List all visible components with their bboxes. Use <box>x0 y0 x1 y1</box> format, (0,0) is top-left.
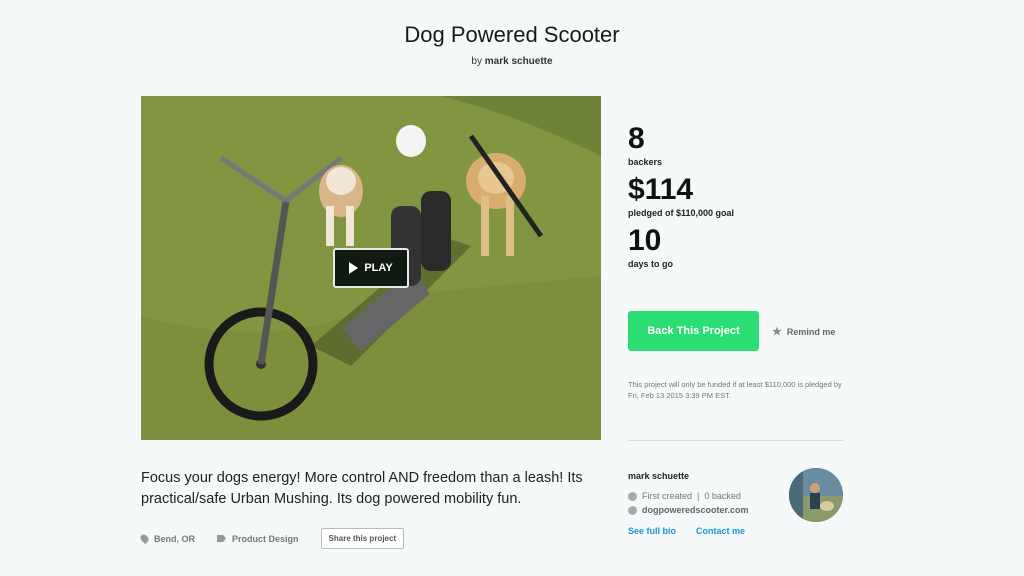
see-full-bio-link[interactable]: See full bio <box>628 526 676 536</box>
category-link[interactable]: Product Design <box>217 534 299 544</box>
pledged-stat: $114 pledged of $110,000 goal <box>628 173 735 219</box>
funding-note: This project will only be funded if at l… <box>628 380 842 400</box>
creator-name[interactable]: mark schuette <box>628 471 689 481</box>
avatar-image <box>789 468 843 522</box>
days-count: 10 <box>628 224 662 257</box>
first-created: First created <box>642 491 693 501</box>
stats-panel: 8 backers $114 pledged of $110,000 goal … <box>628 124 734 277</box>
backers-label: backers <box>628 157 663 167</box>
backers-count: 8 <box>628 122 645 155</box>
days-label: days to go <box>628 259 674 269</box>
location-label: Bend, OR <box>154 533 196 544</box>
play-label: PLAY <box>364 262 393 274</box>
project-meta: Bend, OR Product Design Share this proje… <box>138 528 405 549</box>
star-icon: ★ <box>772 326 782 338</box>
byline: by mark schuette <box>0 56 1024 67</box>
backed-count: 0 backed <box>704 491 741 501</box>
remind-label: Remind me <box>786 326 836 337</box>
share-project-button[interactable]: Share this project <box>320 528 405 549</box>
project-title: Dog Powered Scooter <box>404 22 620 47</box>
contact-me-link[interactable]: Contact me <box>696 526 745 536</box>
divider <box>628 440 843 441</box>
remind-me-button[interactable]: ★ Remind me <box>772 325 835 338</box>
clock-icon <box>628 491 637 501</box>
creator-website[interactable]: dogpoweredscooter.com <box>628 505 749 515</box>
backers-stat: 8 backers <box>628 122 734 168</box>
avatar[interactable] <box>789 468 843 522</box>
website-link[interactable]: dogpoweredscooter.com <box>642 505 749 515</box>
days-stat: 10 days to go <box>628 224 734 270</box>
byline-creator[interactable]: mark schuette <box>485 56 553 67</box>
play-button[interactable]: PLAY <box>333 248 409 288</box>
creator-history: First created | 0 backed <box>628 491 741 501</box>
project-blurb: Focus your dogs energy! More control AND… <box>141 470 583 507</box>
location-link[interactable]: Bend, OR <box>138 532 196 545</box>
globe-icon <box>628 505 637 515</box>
pledged-amount: $114 <box>628 173 694 206</box>
tag-icon <box>217 535 227 542</box>
location-pin-icon <box>138 532 151 545</box>
creator-links: See full bio Contact me <box>628 526 745 536</box>
play-icon <box>349 262 359 274</box>
category-label: Product Design <box>232 533 299 544</box>
pledged-label: pledged of $110,000 goal <box>628 208 735 218</box>
meta-separator: | <box>697 491 700 501</box>
back-project-button[interactable]: Back This Project <box>628 311 759 351</box>
project-video[interactable]: PLAY <box>141 96 601 440</box>
byline-prefix: by <box>471 56 482 67</box>
